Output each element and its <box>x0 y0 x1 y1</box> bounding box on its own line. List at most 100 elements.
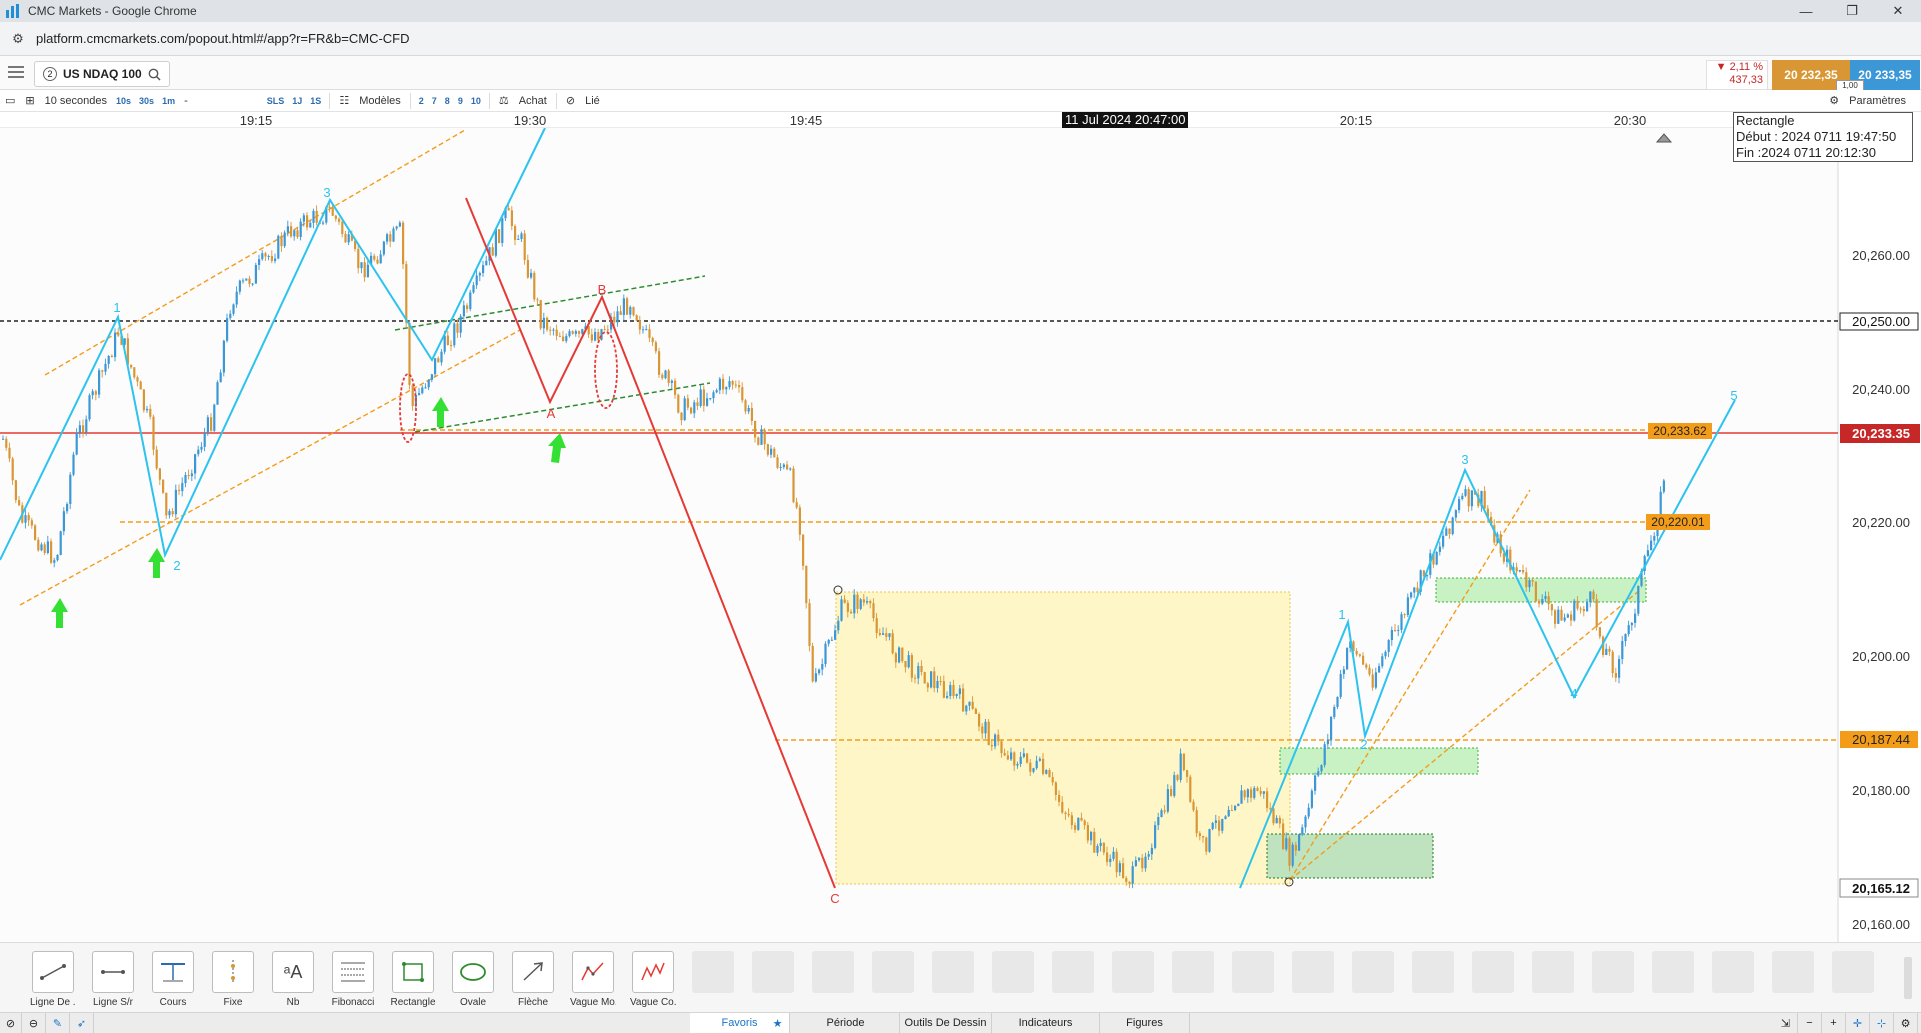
candle-body <box>1125 878 1128 882</box>
settings-button[interactable]: Paramètres <box>1844 90 1911 112</box>
candle-body <box>1262 791 1265 794</box>
candle-body <box>418 393 421 396</box>
candle-body <box>1310 790 1313 808</box>
tool-fibonacci[interactable]: Fibonacci <box>330 951 376 1008</box>
product-tab[interactable]: 2 US NDAQ 100 <box>34 61 170 87</box>
pencil-icon[interactable]: ✎ <box>46 1013 70 1033</box>
linked-button[interactable]: Lié <box>580 90 605 112</box>
settings-icon[interactable]: ⚙ <box>1824 90 1844 112</box>
candle-body <box>1365 664 1368 668</box>
menu-icon[interactable] <box>8 66 24 78</box>
candle-body <box>1061 801 1064 813</box>
cmc-logo-icon <box>6 4 20 18</box>
preset-9[interactable]: 9 <box>454 96 467 106</box>
tab-period[interactable]: Période <box>792 1013 900 1033</box>
interval-dash[interactable]: - <box>179 90 193 112</box>
crosshair-alt-icon[interactable]: ⊹ <box>1870 1013 1894 1033</box>
tool-fixed[interactable]: Fixe <box>210 951 256 1008</box>
tool-rectangle[interactable]: Rectangle <box>390 951 436 1008</box>
buy-mode-button[interactable]: Achat <box>514 90 552 112</box>
candle-body <box>1528 580 1531 588</box>
candle-body <box>1083 820 1086 825</box>
candle-body <box>1275 817 1278 824</box>
candle-body <box>1253 788 1256 798</box>
crosshair-icon[interactable]: ✛ <box>1846 1013 1870 1033</box>
lock-icon[interactable]: ⊘ <box>0 1013 22 1033</box>
period-1s[interactable]: 1S <box>306 96 325 106</box>
candle-body <box>722 378 725 390</box>
interval-select[interactable]: 10 secondes <box>40 90 112 112</box>
period-sls[interactable]: SLS <box>263 96 289 106</box>
tab-indicators[interactable]: Indicateurs <box>992 1013 1100 1033</box>
candle-body <box>274 258 277 261</box>
preset-7[interactable]: 7 <box>428 96 441 106</box>
interval-30s[interactable]: 30s <box>135 96 158 106</box>
candle-body <box>1163 810 1166 812</box>
tool-oval[interactable]: Ovale <box>450 951 496 1008</box>
candle-body <box>818 669 821 674</box>
price-chart[interactable]: 1 2 3 A B C 1 2 3 4 5 20,233.62 20,220.0… <box>0 112 1921 942</box>
cursor-icon[interactable]: ➶ <box>70 1013 94 1033</box>
preset-10[interactable]: 10 <box>467 96 485 106</box>
link-icon[interactable]: ⊘ <box>561 90 580 112</box>
candle-body <box>1118 863 1121 873</box>
candle-body <box>206 417 209 433</box>
zoom-in-icon[interactable]: + <box>1822 1013 1846 1033</box>
candle-body <box>1154 825 1157 848</box>
candle-body <box>94 391 97 395</box>
close-icon[interactable]: ✕ <box>1875 0 1921 22</box>
tool-arrow[interactable]: Flèche <box>510 951 556 1008</box>
search-icon[interactable] <box>148 68 161 81</box>
tool-wave-motive[interactable]: Vague Mo... <box>570 951 616 1008</box>
minimize-icon[interactable]: — <box>1783 0 1829 22</box>
candle-body <box>382 241 385 255</box>
models-button[interactable]: Modèles <box>354 90 406 112</box>
layout-grid-icon[interactable]: ⊞ <box>20 90 39 112</box>
resistance-zone-rectangle[interactable] <box>1435 577 1647 603</box>
restore-icon[interactable]: ❐ <box>1829 0 1875 22</box>
preset-2[interactable]: 2 <box>415 96 428 106</box>
candle-body <box>328 206 331 208</box>
candle-body <box>1301 827 1304 835</box>
candle-body <box>562 336 565 341</box>
models-icon[interactable]: ☷ <box>334 90 354 112</box>
layout-icon[interactable]: ⇲ <box>1774 1013 1798 1033</box>
buy-mode-icon[interactable]: ⚖ <box>494 90 514 112</box>
tool-text[interactable]: ᵃA Nb <box>270 951 316 1008</box>
preset-8[interactable]: 8 <box>441 96 454 106</box>
tool-wave-corrective[interactable]: Vague Co... <box>630 951 676 1008</box>
candle-body <box>773 448 776 458</box>
site-settings-icon[interactable]: ⚙ <box>10 31 26 47</box>
period-1j[interactable]: 1J <box>288 96 306 106</box>
interval-1m[interactable]: 1m <box>158 96 179 106</box>
candle-body <box>1013 752 1016 766</box>
candle-body <box>952 685 955 696</box>
tab-figures[interactable]: Figures <box>1100 1013 1190 1033</box>
candle-body <box>494 229 497 256</box>
candle-body <box>606 329 609 331</box>
address-bar[interactable]: ⚙ platform.cmcmarkets.com/popout.html#/a… <box>0 22 1921 56</box>
candle-body <box>667 370 670 383</box>
candle-body <box>629 307 632 315</box>
tool-line[interactable]: Ligne De ... <box>30 951 76 1008</box>
star-icon[interactable]: ★ <box>766 1013 790 1033</box>
candle-body <box>1291 844 1294 866</box>
support-zone-rectangle[interactable] <box>1279 747 1479 775</box>
candle-body <box>536 299 539 301</box>
settings-alt-icon[interactable]: ⚙ <box>1894 1013 1918 1033</box>
interval-10s[interactable]: 10s <box>112 96 135 106</box>
tab-drawing-tools[interactable]: Outils De Dessin <box>900 1013 992 1033</box>
candle-body <box>942 681 945 698</box>
empty-tool-slot <box>812 951 854 993</box>
candle-body <box>1224 816 1227 819</box>
consolidation-rectangle[interactable] <box>835 591 1291 885</box>
candle-body <box>837 620 840 631</box>
tool-price[interactable]: Cours <box>150 951 196 1008</box>
no-entry-icon[interactable]: ⊖ <box>22 1013 46 1033</box>
url-text[interactable]: platform.cmcmarkets.com/popout.html#/app… <box>36 31 410 46</box>
tool-sr-line[interactable]: Ligne S/r <box>90 951 136 1008</box>
zoom-out-icon[interactable]: − <box>1798 1013 1822 1033</box>
wave-corrective-icon <box>641 962 665 981</box>
toolbar-scrollbar[interactable] <box>1904 957 1912 999</box>
chart-type-icon[interactable]: ▭ <box>0 90 20 112</box>
